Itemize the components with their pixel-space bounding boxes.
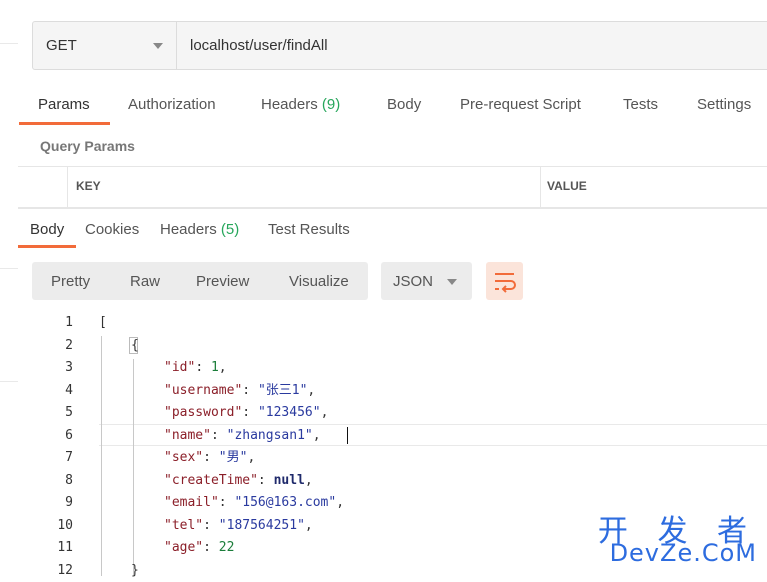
response-tab-cookies[interactable]: Cookies: [85, 221, 139, 238]
chevron-down-icon: [153, 43, 163, 49]
line-number: 5: [18, 402, 73, 425]
code-line: "password": "123456",: [164, 402, 328, 425]
response-tab-test-results[interactable]: Test Results: [268, 221, 350, 238]
code-line: [: [99, 312, 107, 335]
left-sidebar-edge: [0, 0, 18, 573]
code-line: "username": "张三1",: [164, 380, 315, 403]
line-number: 6: [18, 425, 73, 448]
active-tab-indicator: [19, 122, 110, 125]
tab-headers[interactable]: Headers (9): [261, 96, 340, 113]
pane-splitter[interactable]: [18, 208, 767, 209]
response-headers-count-badge: (5): [221, 221, 239, 238]
code-line: "name": "zhangsan1",: [164, 425, 321, 448]
line-number: 12: [18, 560, 73, 582]
view-preview-button[interactable]: Preview: [196, 273, 249, 290]
code-line: "email": "156@163.com",: [164, 492, 344, 515]
column-header-key: KEY: [76, 179, 101, 193]
line-number: 3: [18, 357, 73, 380]
code-line: "createTime": null,: [164, 470, 313, 493]
line-number: 1: [18, 312, 73, 335]
wrap-lines-icon: [486, 262, 523, 300]
method-select[interactable]: GET: [33, 22, 177, 69]
view-raw-button[interactable]: Raw: [130, 273, 160, 290]
request-bar: GET: [32, 21, 767, 70]
tab-settings[interactable]: Settings: [697, 96, 751, 113]
text-cursor: [347, 427, 348, 444]
view-pretty-button[interactable]: Pretty: [51, 273, 90, 290]
tab-params[interactable]: Params: [38, 96, 90, 113]
format-label: JSON: [393, 273, 433, 290]
code-line: "tel": "187564251",: [164, 515, 313, 538]
code-line: "sex": "男",: [164, 447, 255, 470]
view-mode-group: Pretty Raw Preview Visualize: [32, 262, 368, 300]
code-line: }: [131, 560, 139, 582]
query-params-table: KEY VALUE: [18, 166, 767, 208]
line-number: 11: [18, 537, 73, 560]
watermark-url: DevZe.CoM: [610, 539, 757, 567]
response-tab-headers[interactable]: Headers (5): [160, 221, 239, 238]
response-tab-body[interactable]: Body: [30, 221, 64, 238]
wrap-lines-button[interactable]: [486, 262, 523, 300]
code-line: {: [131, 335, 139, 358]
line-number: 10: [18, 515, 73, 538]
query-params-heading: Query Params: [40, 138, 135, 154]
line-number: 8: [18, 470, 73, 493]
code-line: "age": 22: [164, 537, 234, 560]
tab-authorization[interactable]: Authorization: [128, 96, 216, 113]
tab-tests[interactable]: Tests: [623, 96, 658, 113]
format-select[interactable]: JSON: [381, 262, 472, 300]
params-checkbox-column: [18, 167, 68, 207]
line-number: 7: [18, 447, 73, 470]
chevron-down-icon: [447, 279, 457, 285]
tab-pre-request-script[interactable]: Pre-request Script: [460, 96, 581, 113]
tab-body[interactable]: Body: [387, 96, 421, 113]
line-number: 4: [18, 380, 73, 403]
column-header-value: VALUE: [547, 179, 587, 193]
view-visualize-button[interactable]: Visualize: [289, 273, 349, 290]
method-label: GET: [46, 37, 77, 54]
headers-count-badge: (9): [322, 96, 340, 113]
line-number: 9: [18, 492, 73, 515]
active-response-tab-indicator: [18, 245, 76, 248]
line-number: 2: [18, 335, 73, 358]
code-line: "id": 1,: [164, 357, 227, 380]
url-input[interactable]: [178, 22, 767, 69]
